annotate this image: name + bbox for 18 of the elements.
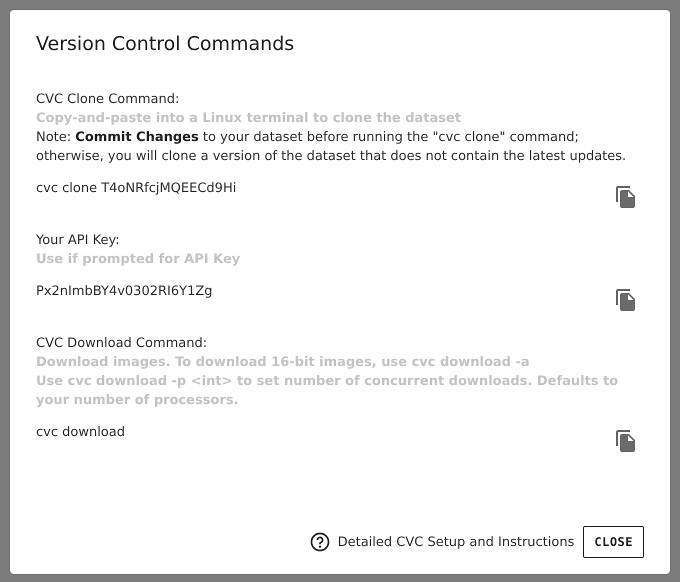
note-text: Note: Commit Changes to your dataset before running the "cvc clone" command; otherwise, you will clone a version of the dataset that does not contain the latest updates.: [36, 129, 628, 166]
instructions-link[interactable]: Detailed CVC Setup and Instructions: [338, 534, 574, 550]
copy-icon[interactable]: [614, 288, 638, 312]
command-text: cvc download: [36, 424, 125, 442]
copy-icon[interactable]: [614, 185, 638, 209]
command-text: cvc clone T4oNRfcjMQEECd9Hi: [36, 180, 236, 198]
copy-icon[interactable]: [614, 429, 638, 453]
hint-text: Use cvc download -p <int> to set number of concurrent downloads. Defaults to your number of processors.: [36, 373, 620, 410]
hint-text: Copy-and-paste into a Linux terminal to clone the dataset: [36, 110, 462, 128]
field-label: CVC Download Command:: [36, 335, 208, 353]
hint-text: Download images. To download 16-bit images, use cvc download -a: [36, 354, 531, 372]
help-icon[interactable]: [310, 532, 330, 552]
dialog-title: Version Control Commands: [36, 32, 296, 56]
field-label: Your API Key:: [36, 232, 121, 250]
hint-text: Use if prompted for API Key: [36, 251, 242, 269]
field-label: CVC Clone Command:: [36, 91, 180, 109]
close-button[interactable]: CLOSE: [583, 526, 644, 558]
command-text: Px2nImbBY4v0302RI6Y1Zg: [36, 283, 212, 301]
